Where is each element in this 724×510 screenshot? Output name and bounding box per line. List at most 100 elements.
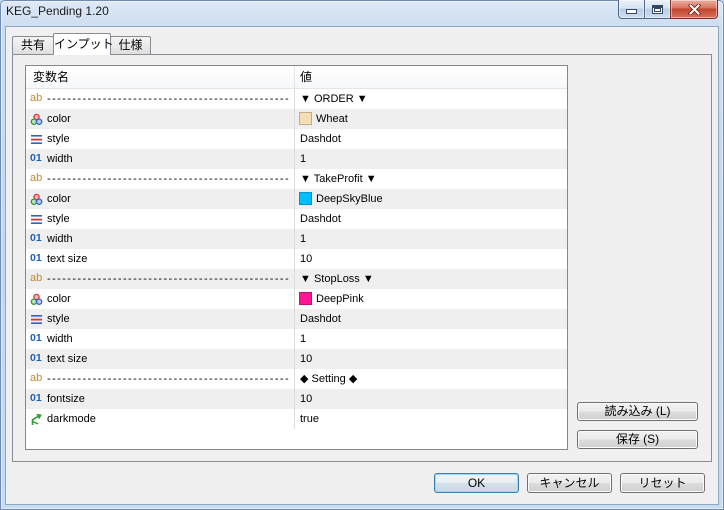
color-type-icon: [30, 113, 43, 126]
input-row[interactable]: style Dashdot: [26, 129, 567, 149]
input-row[interactable]: ab --------------------------------------…: [26, 89, 567, 109]
input-row[interactable]: ab --------------------------------------…: [26, 169, 567, 189]
column-header-value[interactable]: 値: [295, 66, 567, 88]
input-name-cell: 01 fontsize: [26, 389, 295, 409]
input-value-cell[interactable]: 10: [295, 249, 567, 269]
input-value: ◆ Setting ◆: [300, 373, 358, 385]
input-name-cell: 01 width: [26, 329, 295, 349]
input-value-cell[interactable]: Dashdot: [295, 309, 567, 329]
input-value-cell[interactable]: Dashdot: [295, 129, 567, 149]
input-value-cell[interactable]: DeepPink: [295, 289, 567, 309]
list-header: 変数名 値: [26, 66, 567, 89]
input-name: darkmode: [47, 413, 96, 425]
input-value: 1: [300, 153, 307, 165]
input-row[interactable]: ab --------------------------------------…: [26, 369, 567, 389]
input-value-cell[interactable]: ◆ Setting ◆: [295, 369, 567, 389]
input-value: true: [300, 413, 319, 425]
input-value: ▼ ORDER ▼: [300, 93, 368, 105]
input-value: 10: [300, 393, 313, 405]
color-swatch: [299, 112, 312, 125]
input-row[interactable]: color DeepPink: [26, 289, 567, 309]
maximize-icon: [652, 4, 663, 14]
input-value: ▼ StopLoss ▼: [300, 273, 374, 285]
maximize-button[interactable]: [644, 0, 671, 19]
ok-button[interactable]: OK: [434, 473, 519, 493]
input-row[interactable]: ab --------------------------------------…: [26, 269, 567, 289]
input-value-cell[interactable]: DeepSkyBlue: [295, 189, 567, 209]
minimize-button[interactable]: [618, 0, 645, 19]
input-row[interactable]: darkmode true: [26, 409, 567, 429]
input-row[interactable]: 01 text size 10: [26, 249, 567, 269]
line-style-icon: [30, 313, 43, 326]
input-value: 10: [300, 353, 313, 365]
input-value-cell[interactable]: Dashdot: [295, 209, 567, 229]
input-rows: ab --------------------------------------…: [26, 89, 567, 429]
input-name-cell: ab --------------------------------------…: [26, 89, 295, 109]
input-name: text size: [47, 253, 88, 265]
integer-type-icon: 01: [30, 232, 42, 244]
tab-common[interactable]: 共有: [12, 36, 54, 54]
string-type-icon: ab: [30, 272, 43, 284]
input-name: ----------------------------------------…: [47, 273, 291, 285]
input-name-cell: color: [26, 189, 295, 209]
input-value-cell[interactable]: ▼ ORDER ▼: [295, 89, 567, 109]
input-value: DeepPink: [316, 293, 364, 305]
integer-type-icon: 01: [30, 152, 42, 164]
input-value: 1: [300, 233, 307, 245]
column-header-name[interactable]: 変数名: [26, 66, 295, 88]
input-value: 10: [300, 253, 313, 265]
input-value-cell[interactable]: true: [295, 409, 567, 429]
input-value: 1: [300, 333, 307, 345]
tab-specification[interactable]: 仕様: [110, 36, 151, 54]
input-name: fontsize: [47, 393, 85, 405]
input-value-cell[interactable]: Wheat: [295, 109, 567, 129]
input-name: style: [47, 213, 70, 225]
string-type-icon: ab: [30, 92, 43, 104]
input-row[interactable]: color Wheat: [26, 109, 567, 129]
string-type-icon: ab: [30, 172, 43, 184]
input-name: color: [47, 113, 71, 125]
tab-inputs[interactable]: インプット: [53, 33, 114, 55]
input-name: style: [47, 313, 70, 325]
reset-button[interactable]: リセット: [620, 473, 705, 493]
input-name: width: [47, 153, 73, 165]
input-row[interactable]: 01 fontsize 10: [26, 389, 567, 409]
input-value-cell[interactable]: 1: [295, 329, 567, 349]
input-name-cell: darkmode: [26, 409, 295, 429]
input-name: width: [47, 233, 73, 245]
integer-type-icon: 01: [30, 392, 42, 404]
inputs-list[interactable]: 変数名 値 ab --------------------------------…: [25, 65, 568, 450]
input-row[interactable]: style Dashdot: [26, 309, 567, 329]
string-type-icon: ab: [30, 372, 43, 384]
input-name-cell: ab --------------------------------------…: [26, 369, 295, 389]
input-value-cell[interactable]: 1: [295, 149, 567, 169]
input-row[interactable]: color DeepSkyBlue: [26, 189, 567, 209]
input-name-cell: color: [26, 289, 295, 309]
save-button[interactable]: 保存 (S): [577, 430, 698, 449]
integer-type-icon: 01: [30, 332, 42, 344]
input-value: DeepSkyBlue: [316, 193, 383, 205]
input-name: color: [47, 293, 71, 305]
cancel-button[interactable]: キャンセル: [527, 473, 612, 493]
dialog-window: KEG_Pending 1.20 共有 インプット 仕様 変数名 値 ab ---…: [0, 0, 724, 510]
title-bar[interactable]: KEG_Pending 1.20: [0, 0, 724, 27]
input-value: Dashdot: [300, 313, 341, 325]
integer-type-icon: 01: [30, 352, 42, 364]
input-row[interactable]: 01 width 1: [26, 229, 567, 249]
input-value-cell[interactable]: 1: [295, 229, 567, 249]
input-value-cell[interactable]: ▼ StopLoss ▼: [295, 269, 567, 289]
input-row[interactable]: style Dashdot: [26, 209, 567, 229]
close-icon: [687, 3, 701, 15]
load-button[interactable]: 読み込み (L): [577, 402, 698, 421]
input-name: style: [47, 133, 70, 145]
input-value-cell[interactable]: 10: [295, 349, 567, 369]
close-button[interactable]: [670, 0, 718, 19]
input-row[interactable]: 01 text size 10: [26, 349, 567, 369]
input-value-cell[interactable]: ▼ TakeProfit ▼: [295, 169, 567, 189]
input-name-cell: style: [26, 309, 295, 329]
input-row[interactable]: 01 width 1: [26, 149, 567, 169]
input-row[interactable]: 01 width 1: [26, 329, 567, 349]
color-type-icon: [30, 293, 43, 306]
input-value: Dashdot: [300, 213, 341, 225]
input-value-cell[interactable]: 10: [295, 389, 567, 409]
